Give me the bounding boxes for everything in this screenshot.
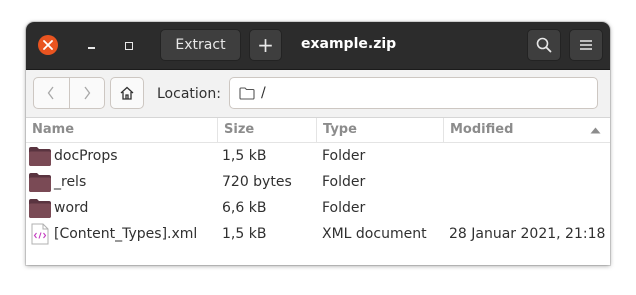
file-name: _rels: [54, 174, 87, 190]
list-header: Name Size Type Modified: [26, 118, 610, 143]
extract-button[interactable]: Extract: [160, 29, 241, 61]
file-list: Name Size Type Modified docProps 1,5 kB …: [26, 118, 610, 247]
folder-icon: [28, 197, 52, 219]
plus-icon: +: [257, 33, 274, 57]
folder-outline-icon: [239, 87, 255, 100]
maximize-window-button[interactable]: [117, 34, 141, 58]
location-toolbar: Location: /: [26, 70, 610, 118]
header-bar: Extract + example.zip: [26, 22, 610, 70]
file-name: [Content_Types].xml: [54, 226, 198, 242]
column-header-type[interactable]: Type: [317, 118, 444, 142]
home-icon: [120, 86, 134, 100]
folder-icon: [28, 145, 52, 167]
location-label: Location:: [157, 86, 221, 102]
location-path: /: [261, 85, 266, 101]
list-item[interactable]: [Content_Types].xml 1,5 kB XML document …: [26, 221, 610, 247]
file-type: Folder: [322, 174, 366, 190]
close-icon: [43, 40, 53, 50]
home-button[interactable]: [110, 77, 144, 109]
file-modified: 28 Januar 2021, 21:18: [449, 226, 606, 242]
list-item[interactable]: docProps 1,5 kB Folder: [26, 143, 610, 169]
forward-button[interactable]: [69, 78, 104, 108]
file-size: 720 bytes: [222, 174, 292, 190]
hamburger-menu-icon: [580, 40, 592, 50]
column-header-name[interactable]: Name: [26, 118, 218, 142]
folder-icon: [28, 171, 52, 193]
back-button[interactable]: [34, 78, 69, 108]
list-item[interactable]: _rels 720 bytes Folder: [26, 169, 610, 195]
file-size: 1,5 kB: [222, 148, 267, 164]
window-title: example.zip: [301, 36, 397, 52]
column-header-size[interactable]: Size: [218, 118, 317, 142]
archive-manager-window: Extract + example.zip Location: / Name S…: [26, 22, 610, 265]
add-files-button[interactable]: +: [249, 29, 282, 61]
xml-file-icon: [28, 223, 52, 245]
column-header-modified-label: Modified: [450, 122, 514, 137]
file-name: docProps: [54, 148, 118, 164]
file-size: 1,5 kB: [222, 226, 267, 242]
close-window-button[interactable]: [38, 35, 58, 55]
minimize-window-button[interactable]: [80, 34, 104, 58]
search-button[interactable]: [527, 29, 561, 61]
list-item[interactable]: word 6,6 kB Folder: [26, 195, 610, 221]
chevron-left-icon: [47, 86, 54, 100]
navigation-buttons: [33, 77, 105, 109]
chevron-right-icon: [84, 86, 91, 100]
file-type: XML document: [322, 226, 427, 242]
file-size: 6,6 kB: [222, 200, 267, 216]
column-header-modified[interactable]: Modified: [444, 118, 610, 142]
main-menu-button[interactable]: [569, 29, 603, 61]
file-type: Folder: [322, 148, 366, 164]
location-field[interactable]: /: [229, 77, 598, 109]
extract-button-label: Extract: [175, 37, 226, 53]
search-icon: [536, 37, 552, 53]
sort-ascending-icon: [590, 127, 601, 134]
file-name: word: [54, 200, 89, 216]
file-type: Folder: [322, 200, 366, 216]
